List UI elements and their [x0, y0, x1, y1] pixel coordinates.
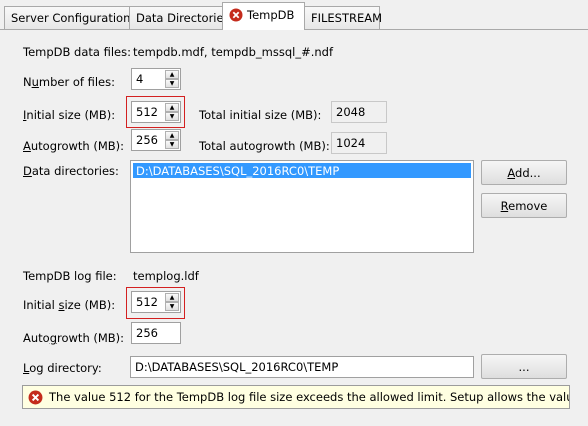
log-file-value: templog.ldf	[133, 269, 199, 283]
tab-filestream[interactable]: FILESTREAM	[304, 6, 383, 30]
log-directory-label: Log directory:	[23, 361, 102, 375]
spin-up-button[interactable]: ▲	[165, 131, 179, 140]
button-label: Add...	[507, 165, 541, 180]
total-initial-size-value: 2048	[331, 101, 387, 123]
initial-size-spinner[interactable]: 512 ▲ ▼	[131, 101, 181, 123]
tab-server-configuration[interactable]: Server Configuration	[4, 6, 130, 30]
tab-strip: Server Configuration Data Directories Te…	[0, 0, 588, 30]
total-initial-size-label: Total initial size (MB):	[199, 108, 322, 122]
data-directories-list[interactable]: D:\DATABASES\SQL_2016RC0\TEMP	[130, 160, 474, 253]
data-directories-label: Data directories:	[23, 164, 119, 178]
number-of-files-label: Number of files:	[23, 75, 115, 89]
spin-up-button[interactable]: ▲	[165, 293, 179, 302]
tab-data-directories[interactable]: Data Directories	[129, 6, 230, 30]
button-label: Remove	[500, 198, 548, 213]
log-initial-size-label: Initial size (MB):	[23, 298, 116, 312]
spin-down-button[interactable]: ▼	[165, 302, 179, 311]
button-label: ...	[518, 359, 530, 374]
spinner-value: 256	[136, 133, 158, 147]
autogrowth-label: Autogrowth (MB):	[23, 139, 125, 153]
spin-down-button[interactable]: ▼	[165, 140, 179, 149]
spin-down-button[interactable]: ▼	[165, 79, 179, 88]
tab-label: Data Directories	[136, 11, 230, 25]
log-initial-size-spinner[interactable]: 512 ▲ ▼	[131, 291, 181, 313]
total-autogrowth-value: 1024	[331, 132, 387, 154]
spin-up-button[interactable]: ▲	[165, 70, 179, 79]
spinner-value: 512	[136, 105, 158, 119]
initial-size-label: Initial size (MB):	[23, 108, 116, 122]
tab-label: TempDB	[247, 8, 295, 22]
tab-tempdb[interactable]: TempDB	[222, 2, 305, 30]
log-directory-field[interactable]: D:\DATABASES\SQL_2016RC0\TEMP	[130, 356, 474, 378]
tab-label: FILESTREAM	[311, 11, 383, 25]
log-file-label: TempDB log file:	[23, 269, 117, 283]
validation-error-message: The value 512 for the TempDB log file si…	[22, 385, 570, 409]
add-button[interactable]: Add...	[481, 160, 567, 185]
error-text: The value 512 for the TempDB log file si…	[49, 390, 570, 404]
spin-down-button[interactable]: ▼	[165, 112, 179, 121]
autogrowth-spinner[interactable]: 256 ▲ ▼	[131, 129, 181, 151]
log-autogrowth-label: Autogrowth (MB):	[23, 331, 125, 345]
spinner-value: 4	[136, 72, 144, 86]
data-files-label: TempDB data files:	[23, 45, 131, 59]
total-autogrowth-label: Total autogrowth (MB):	[199, 139, 330, 153]
log-autogrowth-field[interactable]: 256	[131, 322, 181, 344]
data-files-value: tempdb.mdf, tempdb_mssql_#.ndf	[133, 45, 333, 59]
error-icon	[28, 390, 43, 408]
browse-button[interactable]: ...	[481, 354, 567, 379]
list-item[interactable]: D:\DATABASES\SQL_2016RC0\TEMP	[133, 163, 471, 178]
error-icon	[229, 8, 243, 25]
number-of-files-spinner[interactable]: 4 ▲ ▼	[131, 68, 181, 90]
remove-button[interactable]: Remove	[481, 193, 567, 218]
tempdb-panel: TempDB data files: tempdb.mdf, tempdb_ms…	[0, 29, 588, 426]
spinner-value: 512	[136, 295, 158, 309]
tab-label: Server Configuration	[11, 11, 131, 25]
spin-up-button[interactable]: ▲	[165, 103, 179, 112]
